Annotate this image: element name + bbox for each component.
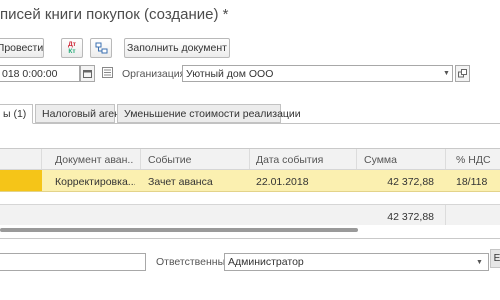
cell-event[interactable]: Зачет аванса — [148, 176, 213, 188]
column-header-sum[interactable]: Сумма — [364, 154, 397, 166]
organization-dropdown-button[interactable]: ▼ — [439, 65, 454, 82]
comment-field[interactable] — [0, 253, 146, 271]
open-icon — [458, 69, 467, 78]
column-divider — [445, 149, 446, 169]
cell-date[interactable]: 22.01.2018 — [256, 176, 309, 188]
table-footer: 42 372,88 — [0, 204, 500, 225]
dt-kt-icon: Дт — [68, 41, 76, 48]
responsible-field[interactable]: Администратор — [224, 253, 489, 271]
column-divider — [445, 205, 446, 225]
fill-document-button[interactable]: Заполнить документ — [124, 38, 230, 58]
page-title: писей книги покупок (создание) * — [0, 6, 229, 23]
cell-vat[interactable]: 18/118 — [456, 176, 487, 188]
responsible-dropdown-button[interactable]: ▼ — [472, 254, 487, 271]
column-header-event[interactable]: Событие — [148, 154, 192, 166]
cell-document[interactable]: Корректировка... — [55, 176, 135, 188]
structure-icon — [95, 42, 107, 53]
tab-main[interactable]: ы (1) — [0, 104, 33, 124]
organization-field[interactable]: Уютный дом ООО — [182, 65, 453, 82]
tab-main-label: ы (1) — [3, 108, 27, 120]
date-field[interactable]: 018 0:00:00 — [0, 65, 80, 82]
chevron-down-icon: ▼ — [476, 259, 483, 266]
table-header: Документ аван... Событие Дата события Су… — [0, 149, 500, 170]
dt-kt-button[interactable]: Дт Кт — [61, 38, 83, 58]
column-divider — [356, 149, 357, 169]
cell-sum[interactable]: 42 372,88 — [360, 176, 434, 188]
tab-cost-reduction-label: Уменьшение стоимости реализации — [124, 107, 301, 120]
organization-value: Уютный дом ООО — [186, 67, 274, 80]
column-divider — [41, 149, 42, 169]
corner-button-label: Е — [493, 253, 500, 264]
organization-open-button[interactable] — [455, 65, 470, 82]
responsible-label: Ответственный: — [156, 256, 234, 268]
responsible-value: Администратор — [228, 256, 304, 268]
total-sum: 42 372,88 — [387, 211, 434, 223]
section-divider — [0, 238, 500, 239]
row-marker — [0, 170, 42, 191]
chevron-down-icon: ▼ — [443, 70, 450, 77]
structure-button[interactable] — [90, 38, 112, 58]
horizontal-scrollbar[interactable] — [0, 228, 358, 232]
dt-kt-icon-bottom: Кт — [68, 48, 76, 55]
calendar-icon — [83, 70, 92, 78]
column-divider — [249, 149, 250, 169]
list-icon[interactable] — [102, 67, 113, 78]
tab-tax-agent-label: Налоговый агент — [42, 107, 125, 120]
tab-tax-agent[interactable]: Налоговый агент — [35, 104, 125, 123]
column-header-vat[interactable]: % НДС — [456, 154, 491, 166]
column-header-date[interactable]: Дата события — [256, 154, 323, 166]
organization-label: Организация: — [122, 68, 189, 80]
date-value: 018 0:00:00 — [2, 67, 58, 80]
tab-cost-reduction[interactable]: Уменьшение стоимости реализации — [117, 104, 301, 123]
data-table[interactable]: Документ аван... Событие Дата события Су… — [0, 148, 500, 232]
table-row[interactable]: Корректировка... Зачет аванса 22.01.2018… — [0, 170, 500, 192]
column-header-document[interactable]: Документ аван... — [55, 154, 133, 166]
tabs-baseline — [0, 123, 500, 124]
calendar-button[interactable] — [80, 65, 95, 82]
post-button[interactable]: Провести — [0, 38, 44, 58]
column-divider — [140, 149, 141, 169]
corner-button[interactable]: Е — [490, 249, 500, 268]
